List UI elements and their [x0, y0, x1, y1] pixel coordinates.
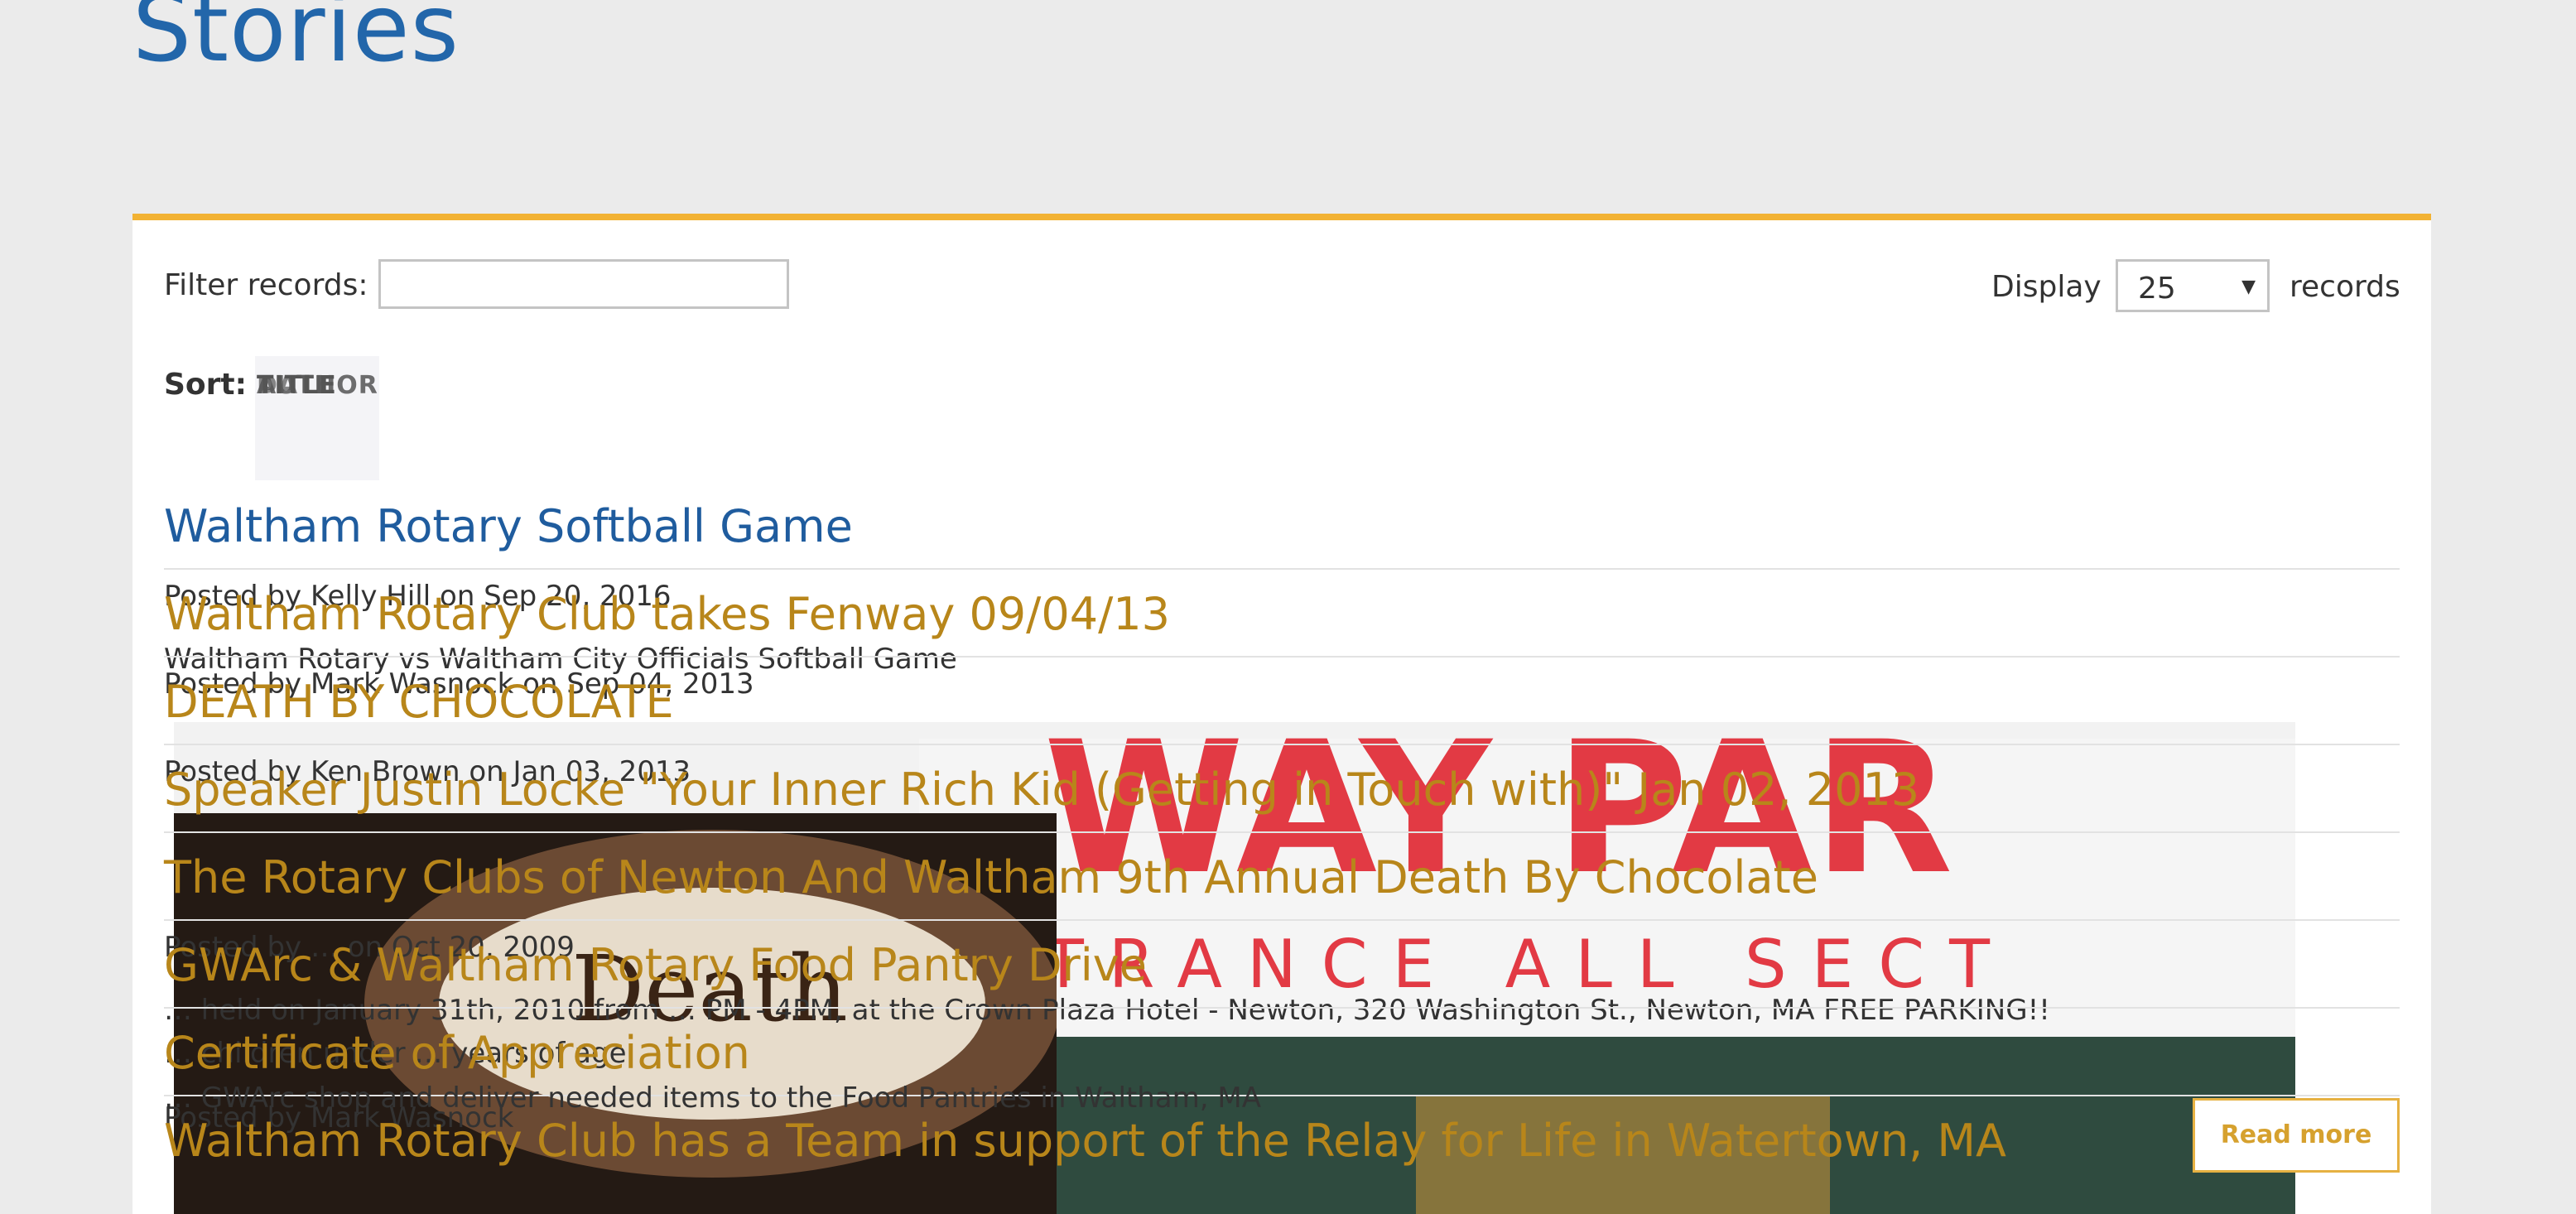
- records-label: records: [2290, 270, 2400, 304]
- page-title: Stories: [132, 0, 460, 83]
- story-title-link[interactable]: Certificate of Appreciation: [164, 1027, 750, 1079]
- story-title-link[interactable]: Waltham Rotary Club takes Fenway 09/04/1…: [164, 588, 1170, 640]
- story-title-link[interactable]: Waltham Rotary Softball Game: [164, 500, 853, 552]
- divider: [164, 744, 2400, 745]
- display-label: Display: [1991, 270, 2102, 304]
- story-title-link[interactable]: GWArc & Waltham Rotary Food Pantry Drive: [164, 939, 1147, 991]
- svg-text:TRANCE ALL SECT: TRANCE ALL SECT: [1042, 926, 2015, 1003]
- sort-options: TITLE AUTHOR DATE: [255, 356, 379, 480]
- filter-label: Filter records:: [164, 268, 368, 302]
- divider: [164, 1007, 2400, 1009]
- divider: [164, 568, 2400, 570]
- sort-date-button[interactable]: DATE: [257, 371, 332, 400]
- read-more-button[interactable]: Read more: [2193, 1098, 2400, 1173]
- sort-label: Sort:: [164, 368, 248, 402]
- divider: [164, 656, 2400, 658]
- chevron-down-icon: ▼: [2241, 277, 2256, 297]
- divider: [164, 831, 2400, 833]
- divider: [164, 919, 2400, 921]
- story-title-link[interactable]: Waltham Rotary Club has a Team in suppor…: [164, 1115, 2006, 1167]
- stories-panel: Filter records: Display 25 ▼ records Sor…: [132, 214, 2431, 1214]
- story-title-link[interactable]: DEATH BY CHOCOLATE: [164, 676, 674, 728]
- story-summary: … held on January 31th, 2010 from … PM -…: [164, 994, 2050, 1027]
- display-count-select[interactable]: 25 ▼: [2116, 259, 2270, 312]
- story-title-link[interactable]: Speaker Justin Locke "Your Inner Rich Ki…: [164, 764, 1919, 816]
- display-count-value: 25: [2138, 272, 2176, 306]
- filter-input[interactable]: [378, 259, 789, 309]
- story-title-link[interactable]: The Rotary Clubs of Newton And Waltham 9…: [164, 851, 1818, 903]
